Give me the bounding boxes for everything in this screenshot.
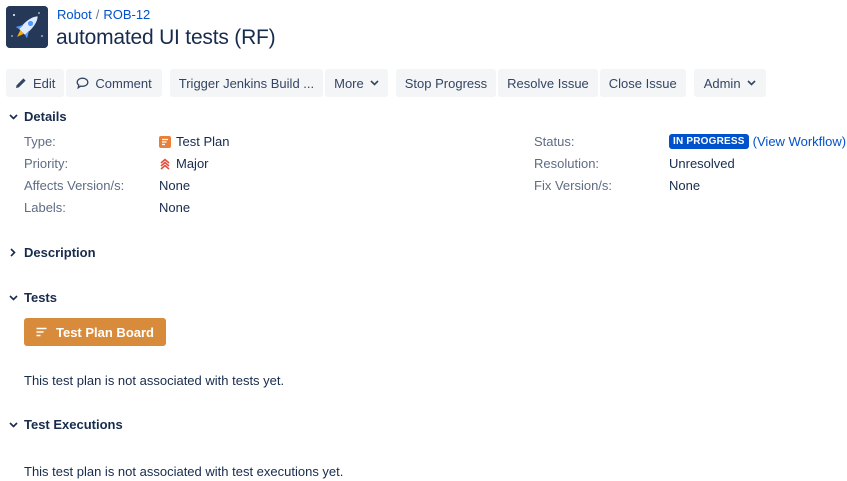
chevron-right-icon	[8, 248, 18, 258]
executions-empty-message: This test plan is not associated with te…	[24, 464, 344, 479]
stop-progress-button[interactable]: Stop Progress	[395, 69, 497, 97]
more-button[interactable]: More	[325, 69, 388, 97]
breadcrumb-issue-key-link[interactable]: ROB-12	[103, 7, 150, 22]
fix-version-label: Fix Version/s:	[534, 178, 613, 193]
transition-group: Stop Progress Resolve Issue Close Issue	[395, 69, 686, 97]
labels-label: Labels:	[24, 200, 66, 215]
details-heading: Details	[24, 109, 67, 124]
edit-label: Edit	[33, 75, 56, 91]
tests-empty-message: This test plan is not associated with te…	[24, 373, 285, 388]
view-workflow-link[interactable]: (View Workflow)	[753, 134, 846, 149]
board-lines-icon	[36, 327, 47, 337]
details-section-toggle[interactable]: Details	[8, 109, 67, 124]
edit-comment-group: Edit Comment	[6, 69, 162, 97]
workflow-ops-group: Trigger Jenkins Build ... More	[169, 69, 388, 97]
tests-heading: Tests	[24, 290, 57, 305]
chevron-down-icon	[370, 80, 379, 86]
resolve-issue-label: Resolve Issue	[507, 75, 589, 91]
issue-title[interactable]: automated UI tests (RF)	[56, 26, 276, 50]
description-heading: Description	[24, 245, 96, 260]
comment-label: Comment	[95, 75, 152, 91]
priority-label: Priority:	[24, 156, 69, 171]
test-executions-section-toggle[interactable]: Test Executions	[8, 417, 123, 432]
chevron-down-icon	[8, 112, 18, 122]
type-label: Type:	[24, 134, 56, 149]
status-value: IN PROGRESS (View Workflow)	[669, 134, 846, 149]
test-plan-board-label: Test Plan Board	[55, 324, 154, 340]
priority-value-text: Major	[176, 156, 209, 171]
stop-progress-label: Stop Progress	[404, 75, 488, 91]
resolve-issue-button[interactable]: Resolve Issue	[498, 69, 598, 97]
edit-button[interactable]: Edit	[6, 69, 65, 97]
breadcrumb-project-link[interactable]: Robot	[57, 7, 92, 22]
status-label: Status:	[534, 134, 575, 149]
admin-group: Admin	[693, 69, 766, 97]
pencil-icon	[15, 77, 27, 89]
resolution-label: Resolution:	[534, 156, 600, 171]
issue-header: Robot / ROB-12 automated UI tests (RF)	[6, 6, 806, 52]
close-issue-label: Close Issue	[608, 75, 677, 91]
trigger-jenkins-build-label: Trigger Jenkins Build ...	[178, 75, 315, 91]
issue-toolbar: Edit Comment Trigger Jenkins Build ... M…	[6, 69, 774, 97]
chevron-down-icon	[746, 80, 756, 86]
comment-button[interactable]: Comment	[66, 69, 162, 97]
affects-version-value: None	[159, 178, 191, 193]
admin-button[interactable]: Admin	[693, 69, 766, 97]
breadcrumb: Robot / ROB-12	[57, 7, 150, 22]
affects-version-label: Affects Version/s:	[24, 178, 125, 193]
test-plan-board-button[interactable]: Test Plan Board	[24, 318, 166, 346]
priority-value: Major	[159, 156, 209, 171]
resolution-value: Unresolved	[669, 156, 735, 171]
speech-bubble-icon	[76, 77, 89, 89]
trigger-jenkins-build-button[interactable]: Trigger Jenkins Build ...	[169, 69, 324, 97]
more-label: More	[334, 75, 364, 91]
admin-label: Admin	[703, 75, 741, 91]
labels-value: None	[159, 200, 191, 215]
fix-version-value: None	[669, 178, 701, 193]
breadcrumb-separator: /	[95, 7, 100, 22]
test-executions-heading: Test Executions	[24, 417, 123, 432]
status-badge: IN PROGRESS	[669, 134, 749, 149]
chevron-down-icon	[8, 293, 18, 303]
type-value: Test Plan	[159, 134, 229, 149]
chevron-down-icon	[8, 420, 18, 430]
rocket-icon[interactable]	[6, 6, 48, 48]
test-plan-icon	[159, 135, 171, 148]
close-issue-button[interactable]: Close Issue	[599, 69, 686, 97]
tests-section-toggle[interactable]: Tests	[8, 290, 57, 305]
type-value-text: Test Plan	[176, 134, 230, 149]
priority-major-icon	[159, 158, 171, 170]
description-section-toggle[interactable]: Description	[8, 245, 96, 260]
